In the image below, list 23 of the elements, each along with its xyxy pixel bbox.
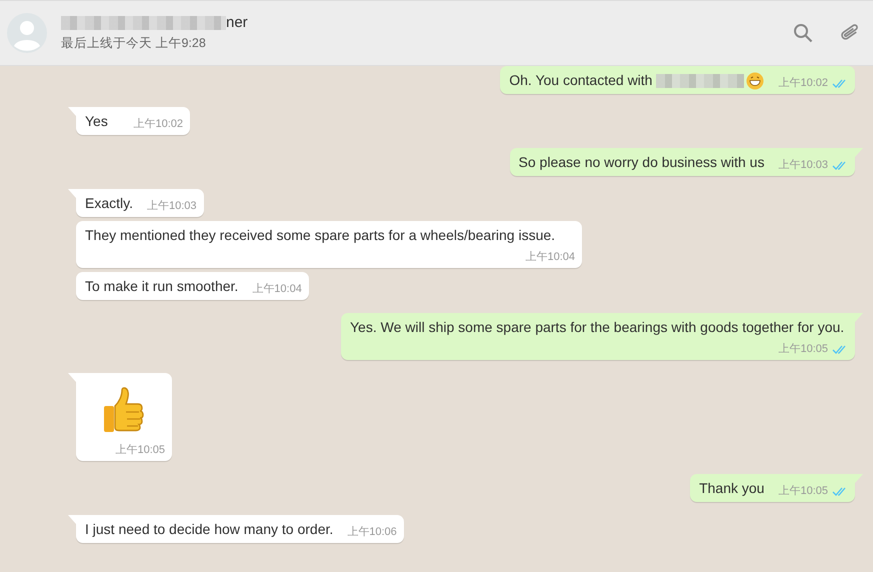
search-icon[interactable] xyxy=(793,23,813,43)
message-text: So please no worry do business with us xyxy=(518,153,764,172)
contact-name: ner xyxy=(226,14,248,31)
message-text: They mentioned they received some spare parts for a wheels/bearing issue. xyxy=(85,226,556,245)
message-time: 上午10:03 xyxy=(146,199,197,214)
thumbs-up-icon xyxy=(101,386,145,434)
message-time: 上午10:02 xyxy=(133,117,183,132)
message-time: 上午10:02 xyxy=(778,76,828,91)
message-time: 上午10:06 xyxy=(347,525,397,540)
message-text: To make it run smoother. xyxy=(85,277,238,296)
message-time: 上午10:04 xyxy=(252,282,302,297)
message-time: 上午10:04 xyxy=(525,250,575,265)
message-text: Oh. You contacted with xyxy=(509,71,652,90)
message-time: 上午10:05 xyxy=(115,443,165,458)
message-time: 上午10:03 xyxy=(778,158,828,173)
message-text: Yes. We will ship some spare parts for the bearings with goods together for you. xyxy=(350,318,844,337)
last-seen-status: 最后上线于今天 上午9:28 xyxy=(61,35,207,52)
message-time: 上午10:05 xyxy=(778,342,828,357)
message-text: Exactly. xyxy=(85,194,133,213)
message-text: Thank you xyxy=(699,479,764,498)
message-time: 上午10:05 xyxy=(778,484,828,499)
message-text: Yes xyxy=(85,112,108,131)
message-text: I just need to decide how many to order. xyxy=(85,520,334,539)
